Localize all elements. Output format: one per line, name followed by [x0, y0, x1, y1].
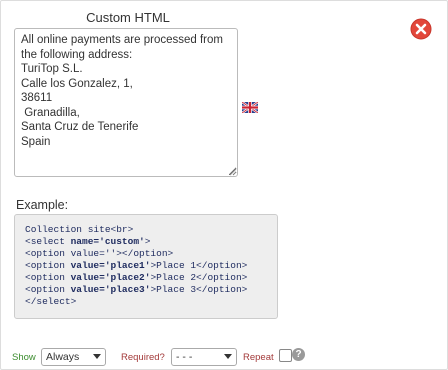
chevron-down-icon: [224, 354, 232, 359]
field-options-bar: Show Always Required? - - - Repeat ?: [1, 346, 448, 368]
code-line: </select>: [25, 296, 77, 307]
close-icon[interactable]: [410, 18, 432, 40]
code-line: <option value='place2'>Place 2</option>: [25, 272, 248, 283]
custom-html-panel: Custom HTML All online payments are proc…: [0, 0, 448, 370]
show-select[interactable]: Always: [41, 348, 106, 366]
help-icon[interactable]: ?: [292, 348, 305, 361]
repeat-label: Repeat: [243, 352, 274, 363]
required-select[interactable]: - - -: [171, 348, 237, 366]
custom-html-textarea[interactable]: All online payments are processed from t…: [14, 28, 238, 177]
show-label: Show: [12, 352, 36, 363]
code-line: <option value='place1'>Place 1</option>: [25, 260, 248, 271]
panel-title: Custom HTML: [86, 10, 170, 25]
code-line: <option value=''></option>: [25, 248, 174, 259]
chevron-down-icon: [93, 354, 101, 359]
code-line: <option value='place3'>Place 3</option>: [25, 284, 248, 295]
code-line: <select name='custom'>: [25, 236, 151, 247]
uk-flag-icon[interactable]: [241, 100, 259, 114]
code-line: Collection site<br>: [25, 224, 134, 235]
example-code-block: Collection site<br> <select name='custom…: [14, 214, 278, 319]
required-label: Required?: [121, 352, 165, 363]
example-label: Example:: [16, 198, 69, 212]
repeat-checkbox[interactable]: [279, 349, 292, 362]
show-select-value: Always: [46, 351, 80, 363]
required-select-value: - - -: [176, 351, 193, 363]
